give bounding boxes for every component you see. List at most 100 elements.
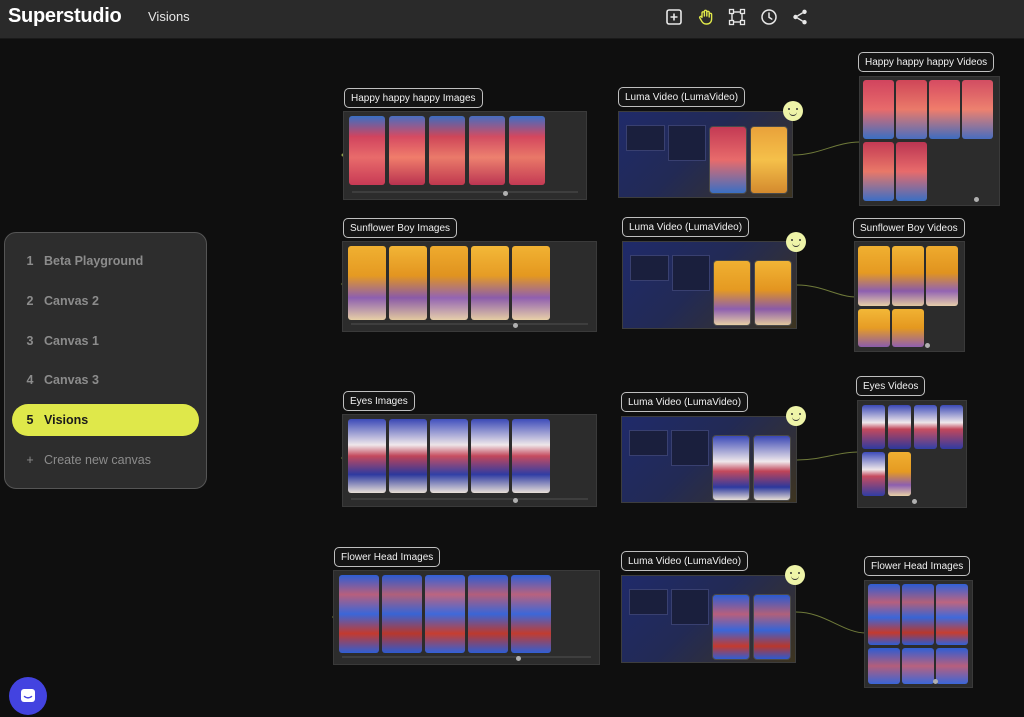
image-thumbnail[interactable] <box>425 575 465 653</box>
videos-node[interactable] <box>854 241 965 352</box>
image-thumbnail[interactable] <box>430 246 468 320</box>
videos-node[interactable] <box>857 400 967 508</box>
image-thumbnail[interactable] <box>471 419 509 493</box>
output-handle[interactable] <box>503 191 508 196</box>
output-handle[interactable] <box>974 197 979 202</box>
video-thumbnail[interactable] <box>940 405 963 449</box>
video-thumbnail[interactable] <box>863 80 894 139</box>
video-thumbnail[interactable] <box>926 246 958 306</box>
video-thumbnail[interactable] <box>888 405 911 449</box>
video-thumbnail[interactable] <box>896 80 927 139</box>
video-thumbnail[interactable] <box>962 80 993 139</box>
output-handle[interactable] <box>912 499 917 504</box>
prompt-box[interactable] <box>629 589 668 615</box>
luma-video-node[interactable] <box>622 241 797 329</box>
video-thumbnail[interactable] <box>892 246 924 306</box>
video-thumbnail[interactable] <box>936 648 968 684</box>
output-handle[interactable] <box>933 679 938 684</box>
videos-node[interactable] <box>864 580 973 688</box>
image-thumbnail[interactable] <box>389 116 425 185</box>
history-icon[interactable] <box>758 6 780 28</box>
scrollbar[interactable] <box>351 498 588 500</box>
videos-node-label[interactable]: Happy happy happy Videos <box>858 52 995 72</box>
video-output-thumbnail[interactable] <box>753 594 791 660</box>
video-thumbnail[interactable] <box>929 80 960 139</box>
canvas-item-canvas-3[interactable]: 4 Canvas 3 <box>12 364 199 396</box>
prompt-box[interactable] <box>629 430 668 456</box>
video-thumbnail[interactable] <box>868 648 900 684</box>
prompt-box[interactable] <box>626 125 665 151</box>
videos-node-label[interactable]: Flower Head Images <box>864 556 971 576</box>
scrollbar[interactable] <box>351 323 588 325</box>
scrollbar[interactable] <box>342 656 591 658</box>
settings-box[interactable] <box>671 430 709 466</box>
luma-video-node[interactable] <box>621 575 796 663</box>
image-thumbnail[interactable] <box>348 246 386 320</box>
image-thumbnail[interactable] <box>339 575 379 653</box>
video-thumbnail[interactable] <box>862 452 885 496</box>
video-output-thumbnail[interactable] <box>754 260 792 326</box>
project-title[interactable]: Visions <box>148 9 190 24</box>
video-output-thumbnail[interactable] <box>709 126 747 194</box>
luma-video-node[interactable] <box>621 416 797 503</box>
image-thumbnail[interactable] <box>382 575 422 653</box>
videos-node-label[interactable]: Eyes Videos <box>856 376 926 396</box>
videos-node-label[interactable]: Sunflower Boy Videos <box>853 218 965 238</box>
video-thumbnail[interactable] <box>888 452 911 496</box>
images-node[interactable] <box>342 241 597 332</box>
images-node-label[interactable]: Eyes Images <box>343 391 415 411</box>
canvas-item-canvas-2[interactable]: 2 Canvas 2 <box>12 285 199 317</box>
video-node-label[interactable]: Luma Video (LumaVideo) <box>621 392 749 412</box>
image-thumbnail[interactable] <box>429 116 465 185</box>
images-node-label[interactable]: Sunflower Boy Images <box>343 218 458 238</box>
images-node[interactable] <box>342 414 597 507</box>
image-thumbnail[interactable] <box>348 419 386 493</box>
canvas-item-canvas-1[interactable]: 3 Canvas 1 <box>12 325 199 357</box>
video-thumbnail[interactable] <box>902 648 934 684</box>
canvas-item-beta-playground[interactable]: 1 Beta Playground <box>12 245 199 277</box>
video-thumbnail[interactable] <box>936 584 968 645</box>
images-node-label[interactable]: Happy happy happy Images <box>344 88 483 108</box>
video-thumbnail[interactable] <box>868 584 900 645</box>
image-thumbnail[interactable] <box>389 419 427 493</box>
images-node[interactable] <box>333 570 600 665</box>
image-thumbnail[interactable] <box>509 116 545 185</box>
settings-box[interactable] <box>668 125 706 161</box>
output-handle[interactable] <box>513 323 518 328</box>
chat-button[interactable] <box>9 677 47 715</box>
video-output-thumbnail[interactable] <box>753 435 791 501</box>
video-thumbnail[interactable] <box>914 405 937 449</box>
share-icon[interactable] <box>789 6 811 28</box>
video-output-thumbnail[interactable] <box>713 260 751 326</box>
images-node-label[interactable]: Flower Head Images <box>334 547 441 567</box>
image-thumbnail[interactable] <box>512 419 550 493</box>
video-thumbnail[interactable] <box>858 309 890 347</box>
prompt-box[interactable] <box>630 255 669 281</box>
luma-video-node[interactable] <box>618 111 793 198</box>
image-thumbnail[interactable] <box>471 246 509 320</box>
video-output-thumbnail[interactable] <box>750 126 788 194</box>
image-thumbnail[interactable] <box>389 246 427 320</box>
image-thumbnail[interactable] <box>469 116 505 185</box>
output-handle[interactable] <box>516 656 521 661</box>
video-output-thumbnail[interactable] <box>712 594 750 660</box>
add-frame-icon[interactable] <box>663 6 685 28</box>
image-thumbnail[interactable] <box>511 575 551 653</box>
image-thumbnail[interactable] <box>468 575 508 653</box>
image-thumbnail[interactable] <box>349 116 385 185</box>
video-node-label[interactable]: Luma Video (LumaVideo) <box>621 551 749 571</box>
video-output-thumbnail[interactable] <box>712 435 750 501</box>
image-thumbnail[interactable] <box>430 419 468 493</box>
output-handle[interactable] <box>925 343 930 348</box>
settings-box[interactable] <box>672 255 710 291</box>
scrollbar[interactable] <box>352 191 578 193</box>
canvas-item-visions[interactable]: 5 Visions <box>12 404 199 437</box>
output-handle[interactable] <box>513 498 518 503</box>
app-logo[interactable]: Superstudio <box>8 5 122 28</box>
video-node-label[interactable]: Luma Video (LumaVideo) <box>622 217 750 237</box>
videos-node[interactable] <box>859 76 1000 206</box>
create-new-canvas-button[interactable]: + Create new canvas <box>12 444 199 476</box>
image-thumbnail[interactable] <box>512 246 550 320</box>
video-thumbnail[interactable] <box>862 405 885 449</box>
video-thumbnail[interactable] <box>858 246 890 306</box>
